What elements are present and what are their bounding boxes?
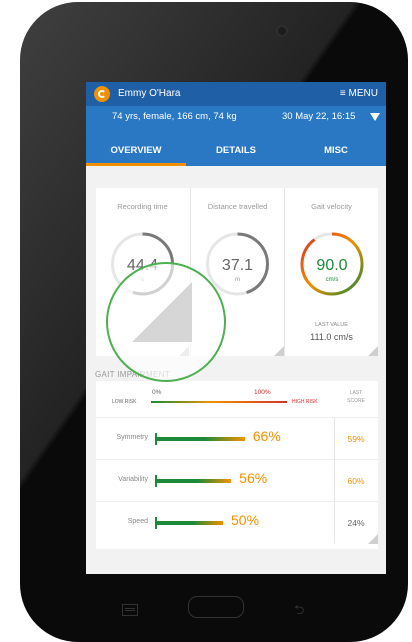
row-value: 50% xyxy=(231,512,260,528)
row-value: 56% xyxy=(239,470,268,486)
gait-row-speed[interactable]: Speed 50% 24% xyxy=(96,501,378,544)
corner-zoom-icon xyxy=(132,282,192,342)
hamburger-menu-icon: ≡ xyxy=(339,88,346,99)
patient-name: Emmy O'Hara xyxy=(118,88,181,99)
tab-details[interactable]: DETAILS xyxy=(186,145,286,156)
patient-info-bar: 74 yrs, female, 166 cm, 74 kg 30 May 22,… xyxy=(86,106,386,126)
card-corner-icon xyxy=(368,346,378,356)
menu-button[interactable]: ≡ MENU xyxy=(340,88,378,99)
app-bar: Emmy O'Hara ≡ MENU xyxy=(86,82,386,106)
risk-gradient-bar xyxy=(151,401,287,403)
card-unit: m xyxy=(235,277,240,283)
device-nav-bar: ⮌ xyxy=(20,582,408,642)
dropdown-triangle-icon[interactable] xyxy=(370,113,380,121)
scale-min-label: 0% xyxy=(152,389,162,396)
gait-row-symmetry[interactable]: Symmetry 66% 59% xyxy=(96,417,378,460)
row-label: Speed xyxy=(127,518,148,525)
scale-max-label: 100% xyxy=(254,389,271,396)
tab-overview[interactable]: OVERVIEW xyxy=(86,145,186,156)
last-value: 111.0 cm/s xyxy=(310,332,353,342)
highlight-circle xyxy=(106,262,226,382)
risk-bar xyxy=(155,437,245,441)
tab-selected-indicator xyxy=(86,163,186,166)
recent-apps-icon[interactable] xyxy=(122,604,138,616)
card-value: 90.0 xyxy=(316,257,347,274)
card-corner-icon xyxy=(274,346,284,356)
low-risk-label: LOW RISK xyxy=(112,399,137,405)
menu-label: MENU xyxy=(348,88,378,99)
patient-info: 74 yrs, female, 166 cm, 74 kg xyxy=(112,111,237,122)
last-score-header: LAST SCORE xyxy=(340,389,372,405)
row-value: 66% xyxy=(252,428,281,444)
last-score: 60% xyxy=(347,476,365,486)
back-arrow-icon[interactable]: ⮌ xyxy=(294,601,304,623)
last-value-label: LAST VALUE xyxy=(315,322,348,328)
front-camera-icon xyxy=(276,25,288,37)
gait-impairment-panel: 0% 100% LOW RISK HIGH RISK LAST SCORE Sy… xyxy=(96,381,378,549)
gait-velocity-card[interactable]: Gait velocity 90.0 cm/s LAST VALUE 111.0… xyxy=(284,188,378,356)
row-corner-icon xyxy=(368,534,378,544)
tab-misc[interactable]: MISC xyxy=(286,145,386,156)
high-risk-label: HIGH RISK xyxy=(292,399,318,405)
home-button-icon[interactable] xyxy=(188,596,244,618)
tab-bar: OVERVIEW DETAILS MISC xyxy=(86,126,386,166)
app-logo-icon xyxy=(94,86,110,102)
gait-row-variability[interactable]: Variability 56% 60% xyxy=(96,459,378,502)
last-score-header-line1: LAST xyxy=(349,390,363,396)
card-value: 37.1 xyxy=(222,257,253,274)
risk-bar xyxy=(155,521,223,525)
risk-scale: 0% 100% LOW RISK HIGH RISK LAST SCORE xyxy=(96,381,378,417)
row-label: Variability xyxy=(118,476,148,483)
sensor-icon xyxy=(254,28,260,34)
row-label: Symmetry xyxy=(116,434,149,441)
session-datetime[interactable]: 30 May 22, 16:15 xyxy=(282,111,355,122)
last-score: 59% xyxy=(347,434,365,444)
card-unit: cm/s xyxy=(326,277,339,283)
last-score-header-line2: SCORE xyxy=(347,398,365,404)
gait-velocity-gauge: 90.0 cm/s xyxy=(300,232,364,296)
risk-bar xyxy=(155,479,232,483)
last-score: 24% xyxy=(347,518,365,528)
